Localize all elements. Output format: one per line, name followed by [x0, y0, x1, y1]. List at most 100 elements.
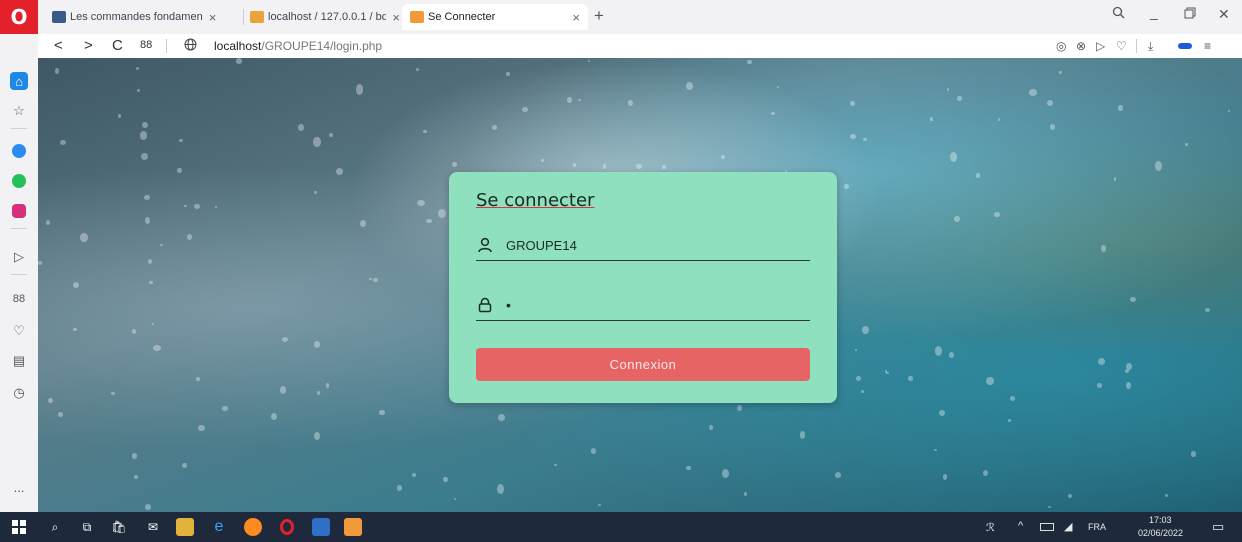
url-path: /GROUPE14/login.php — [261, 39, 383, 53]
rain-drop — [140, 131, 148, 140]
heart-icon[interactable]: ♡ — [10, 322, 28, 340]
rain-drop — [136, 67, 140, 70]
rain-drop — [137, 88, 140, 93]
easy-setup-icon[interactable]: ≡ — [1204, 39, 1211, 53]
rain-drop — [834, 471, 842, 479]
firefox-icon[interactable] — [244, 518, 262, 536]
back-button[interactable]: < — [54, 37, 63, 54]
mail-icon[interactable]: ✉ — [144, 518, 162, 536]
rain-drop — [954, 215, 960, 222]
tab-phpmyadmin[interactable]: localhost / 127.0.0.1 / bd_g × — [250, 4, 400, 30]
battery-icon[interactable] — [1040, 523, 1054, 531]
rain-drop — [298, 123, 305, 132]
rain-drop — [986, 376, 994, 386]
block-icon[interactable]: ⊗ — [1076, 39, 1086, 53]
edge-icon[interactable]: e — [210, 518, 228, 536]
rain-drop — [1205, 307, 1210, 312]
tab-les-commandes[interactable]: Les commandes fondamen × — [52, 4, 238, 30]
close-window-icon[interactable]: ✕ — [1218, 6, 1230, 23]
rain-drop — [1227, 109, 1230, 113]
rain-drop — [182, 462, 188, 468]
search-tabs-icon[interactable] — [1112, 6, 1125, 22]
site-info-icon[interactable] — [184, 38, 197, 55]
speed-dial-icon[interactable]: 88 — [10, 290, 28, 308]
opera-logo-icon[interactable]: O — [0, 0, 38, 34]
history-icon[interactable]: ◷ — [10, 384, 28, 402]
people-icon[interactable]: ℛ — [986, 521, 995, 534]
speed-dial-button[interactable]: 88 — [140, 39, 152, 51]
flow-icon[interactable]: ▷ — [1096, 39, 1105, 53]
rain-drop — [541, 159, 544, 163]
rain-drop — [1190, 451, 1196, 457]
search-icon[interactable]: ⌕ — [46, 518, 64, 536]
rain-drop — [686, 81, 694, 90]
rain-drop — [861, 325, 869, 335]
bookmark-heart-icon[interactable]: ♡ — [1116, 39, 1127, 53]
rain-drop — [572, 162, 576, 167]
tab-se-connecter[interactable]: Se Connecter × — [402, 4, 588, 30]
rain-drop — [443, 476, 449, 483]
close-icon[interactable]: × — [392, 10, 400, 25]
app-icon[interactable] — [344, 518, 362, 536]
teams-icon[interactable] — [312, 518, 330, 536]
rain-drop — [160, 243, 163, 247]
chevron-up-icon[interactable]: ^ — [1018, 520, 1023, 532]
rain-drop — [235, 58, 243, 65]
clock-time[interactable]: 17:03 — [1149, 515, 1172, 525]
language-indicator[interactable]: FRA — [1088, 522, 1106, 532]
rain-drop — [1007, 418, 1011, 423]
rain-drop — [498, 413, 506, 422]
username-input[interactable] — [506, 237, 796, 253]
close-icon[interactable]: × — [572, 10, 580, 25]
rain-drop — [737, 404, 743, 412]
restore-icon[interactable] — [1184, 6, 1196, 22]
news-icon[interactable]: ▤ — [10, 352, 28, 370]
rain-drop — [1113, 177, 1117, 181]
more-icon[interactable]: ... — [10, 478, 28, 496]
download-icon[interactable]: ⤓ — [1148, 39, 1153, 54]
rain-drop — [946, 88, 950, 91]
rain-drop — [368, 277, 372, 281]
rain-drop — [933, 448, 937, 452]
rain-drop — [1097, 357, 1106, 366]
forward-button[interactable]: > — [84, 37, 93, 54]
rain-drop — [567, 96, 573, 103]
notifications-icon[interactable]: ▭ — [1212, 519, 1224, 535]
wifi-icon[interactable]: ◢ — [1064, 520, 1072, 533]
rain-drop — [1009, 395, 1016, 401]
rain-drop — [855, 376, 862, 382]
reload-button[interactable]: C — [112, 37, 123, 54]
new-tab-button[interactable]: + — [594, 6, 604, 26]
rain-drop — [411, 473, 417, 478]
minimize-icon[interactable]: _ — [1150, 4, 1158, 20]
connexion-button[interactable]: Connexion — [476, 348, 810, 381]
close-icon[interactable]: × — [209, 10, 217, 25]
rain-drop — [38, 260, 43, 265]
whatsapp-icon[interactable] — [10, 172, 28, 190]
windows-start-icon[interactable] — [10, 518, 28, 536]
rain-drop — [373, 277, 379, 282]
star-icon[interactable]: ☆ — [10, 102, 28, 120]
rain-drop — [149, 280, 153, 285]
opera-icon[interactable] — [278, 518, 296, 536]
rain-drop — [379, 409, 385, 416]
home-icon[interactable]: ⌂ — [10, 72, 28, 90]
windows-taskbar: ⌕ ⧉ 🛍 ✉ e ℛ ^ ◢ FRA 17:03 02/06/2022 ▭ — [0, 512, 1242, 542]
task-view-icon[interactable]: ⧉ — [78, 518, 96, 536]
rain-drop — [948, 351, 955, 358]
password-input[interactable]: • — [506, 297, 511, 313]
file-explorer-icon[interactable] — [176, 518, 194, 536]
store-icon[interactable]: 🛍 — [110, 518, 128, 536]
rain-drop — [636, 163, 643, 169]
url-field[interactable]: localhost/GROUPE14/login.php — [214, 39, 382, 53]
rain-drop — [145, 216, 151, 224]
rain-drop — [1164, 494, 1168, 497]
instagram-icon[interactable] — [10, 202, 28, 220]
battery-saver-icon[interactable] — [1178, 43, 1192, 49]
messenger-icon[interactable] — [10, 142, 28, 160]
send-icon[interactable]: ▷ — [10, 248, 28, 266]
rain-drop — [496, 483, 505, 494]
snapshot-icon[interactable]: ◎ — [1056, 39, 1066, 53]
clock-date[interactable]: 02/06/2022 — [1138, 528, 1183, 538]
rain-drop — [800, 431, 806, 439]
